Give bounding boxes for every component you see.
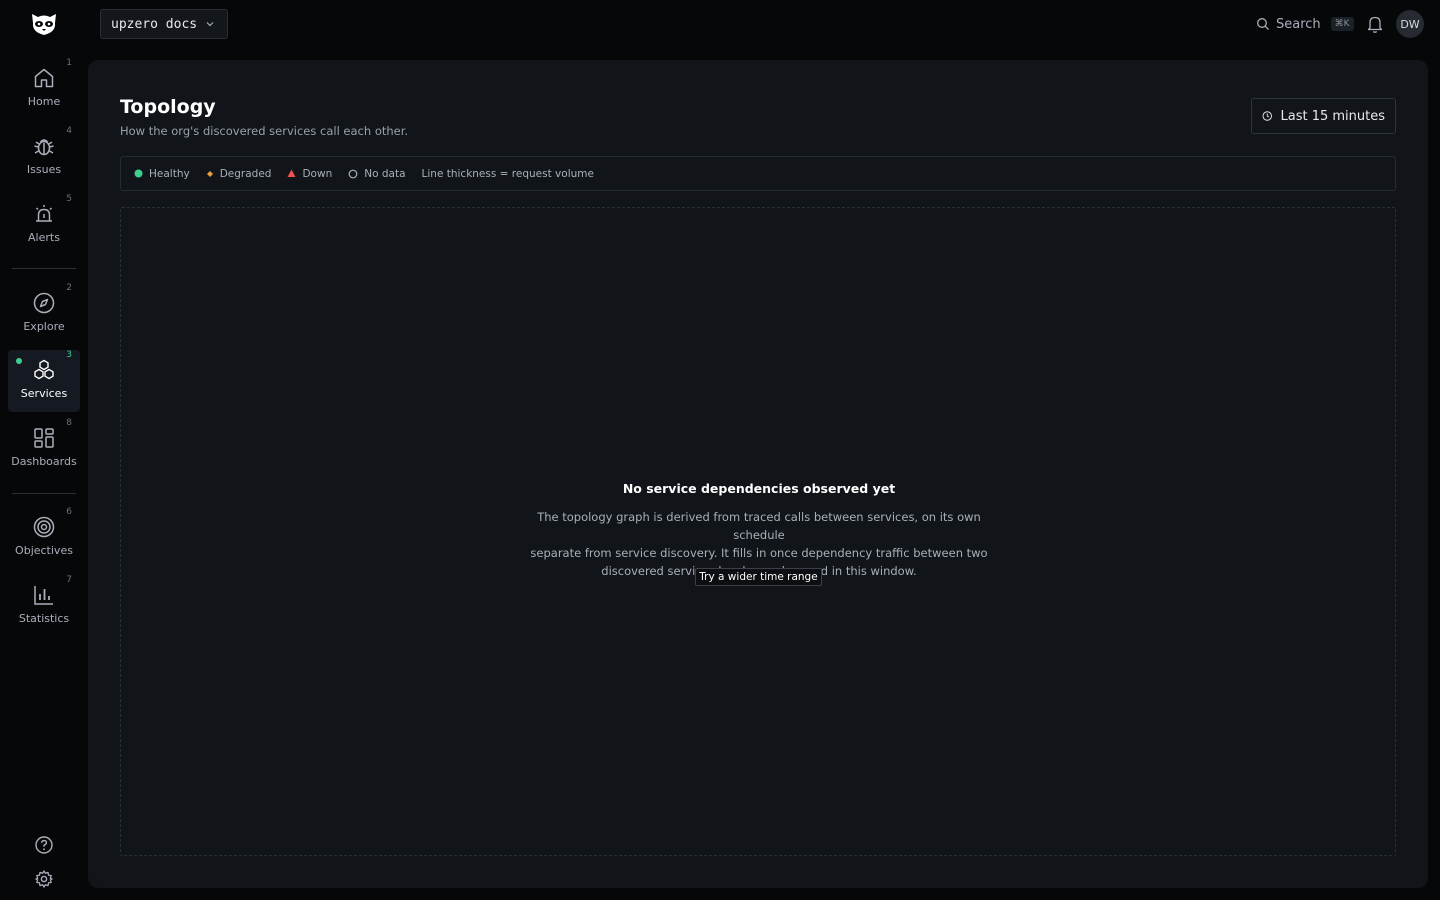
active-indicator-dot: [16, 358, 22, 364]
search-button[interactable]: Search ⌘K: [1256, 14, 1354, 34]
help-icon[interactable]: [34, 835, 54, 855]
sidebar-item-label: Home: [27, 95, 61, 108]
sidebar-item-home[interactable]: 1 Home: [8, 58, 80, 120]
shortcut-number: 8: [66, 418, 72, 428]
down-triangle-icon: [287, 169, 296, 177]
org-switcher-label: upzero docs: [111, 16, 198, 32]
shortcut-number: 4: [66, 126, 72, 136]
sidebar-item-label: Dashboards: [11, 455, 77, 468]
bar-chart-icon: [34, 586, 53, 605]
shortcut-number: 1: [66, 58, 72, 68]
shortcut-number: 6: [66, 507, 72, 517]
topology-legend: Healthy Degraded Down No data Line thick…: [120, 156, 1396, 191]
shortcut-number: 3: [66, 350, 72, 360]
legend-no-data: No data: [348, 167, 406, 180]
sidebar-item-explore[interactable]: 2 Explore: [8, 283, 80, 345]
bug-icon: [34, 139, 54, 156]
alarm-icon: [35, 205, 53, 222]
try-wider-range-button[interactable]: Try a wider time range: [695, 568, 822, 586]
search-icon: [1257, 18, 1269, 30]
main-panel: Topology How the org's discovered servic…: [88, 60, 1428, 888]
sidebar-item-label: Statistics: [18, 612, 70, 625]
top-bar: upzero docs Search ⌘K DW: [0, 0, 1440, 48]
empty-state-title: No service dependencies observed yet: [622, 481, 896, 496]
search-label: Search: [1276, 16, 1321, 32]
page-subtitle: How the org's discovered services call e…: [120, 124, 409, 138]
sidebar-divider: [12, 268, 76, 269]
page-title: Topology: [120, 96, 216, 118]
empty-state-line: separate from service discovery. It fill…: [530, 546, 988, 560]
avatar[interactable]: DW: [1396, 10, 1424, 38]
legend-label: Down: [302, 167, 333, 180]
target-icon: [33, 516, 55, 538]
legend-label: Degraded: [219, 167, 272, 180]
shortcut-number: 7: [66, 575, 72, 585]
legend-label: Healthy: [149, 167, 190, 180]
sidebar-item-dashboards[interactable]: 8 Dashboards: [8, 418, 80, 480]
home-icon: [34, 68, 54, 88]
legend-label: No data: [364, 167, 406, 180]
gear-icon[interactable]: [34, 869, 54, 889]
sidebar-item-services[interactable]: 3 Services: [8, 350, 80, 412]
legend-healthy: Healthy: [134, 168, 190, 180]
time-range-picker[interactable]: Last 15 minutes: [1251, 98, 1396, 134]
healthy-dot-icon: [134, 169, 143, 178]
shortcut-number: 2: [66, 283, 72, 293]
sidebar-item-label: Objectives: [15, 544, 73, 557]
empty-state-line: The topology graph is derived from trace…: [537, 510, 981, 542]
legend-down: Down: [287, 168, 332, 180]
dashboard-grid-icon: [34, 428, 54, 448]
degraded-diamond-icon: [206, 170, 213, 177]
sidebar-item-label: Issues: [26, 163, 62, 176]
sidebar-item-objectives[interactable]: 6 Objectives: [8, 507, 80, 569]
legend-note: Line thickness = request volume: [421, 167, 594, 180]
sidebar: 1 Home 4 Issues 5 Alerts 2 Explore 3 Ser…: [0, 48, 88, 900]
no-data-circle-icon: [348, 169, 358, 178]
topology-graph-area[interactable]: No service dependencies observed yet The…: [120, 207, 1396, 856]
shortcut-number: 5: [66, 194, 72, 204]
logo-icon[interactable]: [28, 10, 60, 38]
chevron-down-icon: [206, 22, 214, 27]
sidebar-item-label: Explore: [23, 320, 65, 333]
sidebar-item-label: Services: [20, 387, 68, 400]
clock-icon: [1262, 111, 1272, 121]
search-shortcut: ⌘K: [1330, 17, 1354, 31]
services-icon: [34, 359, 54, 380]
bell-icon[interactable]: [1366, 14, 1384, 34]
sidebar-item-alerts[interactable]: 5 Alerts: [8, 194, 80, 256]
sidebar-item-issues[interactable]: 4 Issues: [8, 126, 80, 188]
time-range-label: Last 15 minutes: [1280, 108, 1385, 124]
legend-degraded: Degraded: [206, 167, 272, 180]
sidebar-divider: [12, 493, 76, 494]
compass-icon: [33, 292, 55, 314]
sidebar-item-label: Alerts: [28, 231, 60, 244]
org-switcher[interactable]: upzero docs: [100, 9, 228, 39]
sidebar-item-statistics[interactable]: 7 Statistics: [8, 575, 80, 637]
